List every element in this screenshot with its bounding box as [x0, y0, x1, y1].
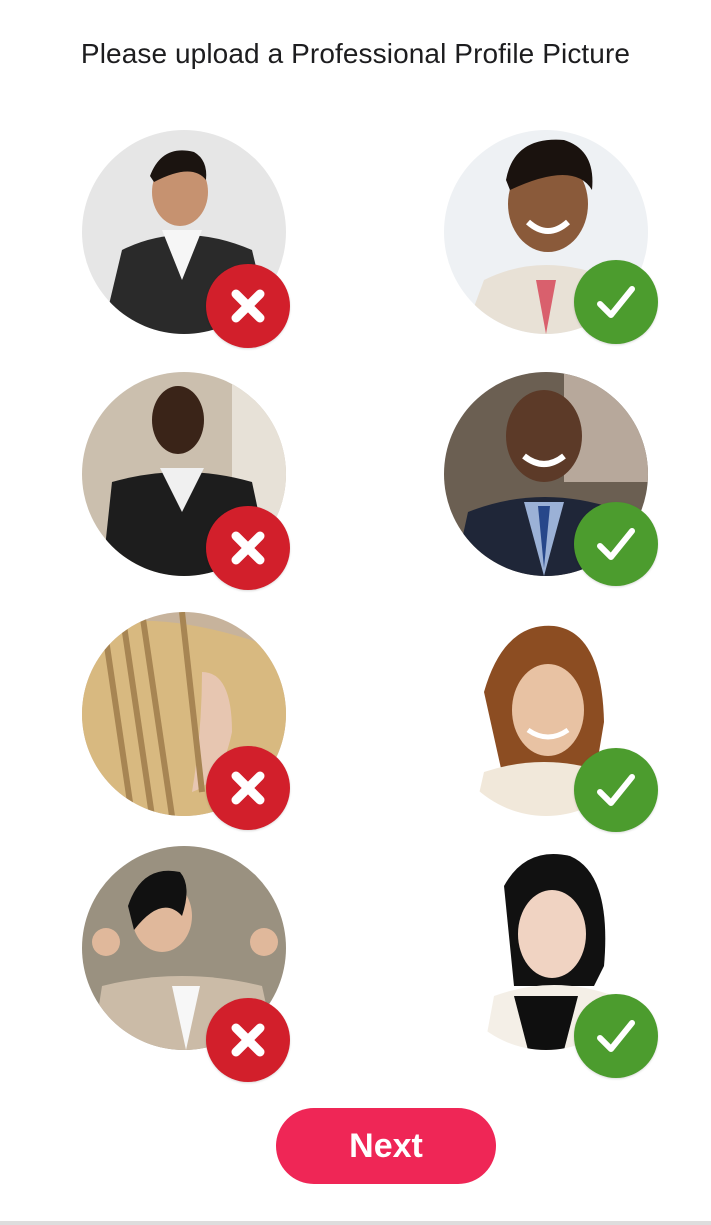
next-button[interactable]: Next [276, 1108, 496, 1184]
approved-badge [574, 994, 658, 1078]
rejected-badge [206, 264, 290, 348]
example-photo-bad-1 [82, 130, 292, 348]
example-photo-bad-3 [82, 612, 292, 830]
x-icon [231, 289, 265, 323]
rejected-badge [206, 998, 290, 1082]
check-icon [597, 528, 635, 560]
example-photo-good-2 [444, 372, 658, 586]
x-icon [231, 531, 265, 565]
example-photo-good-4 [444, 846, 658, 1078]
check-icon [597, 1020, 635, 1052]
approved-badge [574, 502, 658, 586]
rejected-badge [206, 746, 290, 830]
approved-badge [574, 748, 658, 832]
approved-badge [574, 260, 658, 344]
photo-examples-grid [0, 0, 711, 1100]
x-icon [231, 1023, 265, 1057]
check-icon [597, 774, 635, 806]
x-icon [231, 771, 265, 805]
bottom-divider [0, 1221, 711, 1225]
example-photo-good-1 [444, 130, 658, 344]
check-icon [597, 286, 635, 318]
example-photo-good-3 [444, 612, 658, 832]
example-photo-bad-4 [82, 846, 292, 1082]
rejected-badge [206, 506, 290, 590]
example-photo-bad-2 [82, 372, 292, 590]
